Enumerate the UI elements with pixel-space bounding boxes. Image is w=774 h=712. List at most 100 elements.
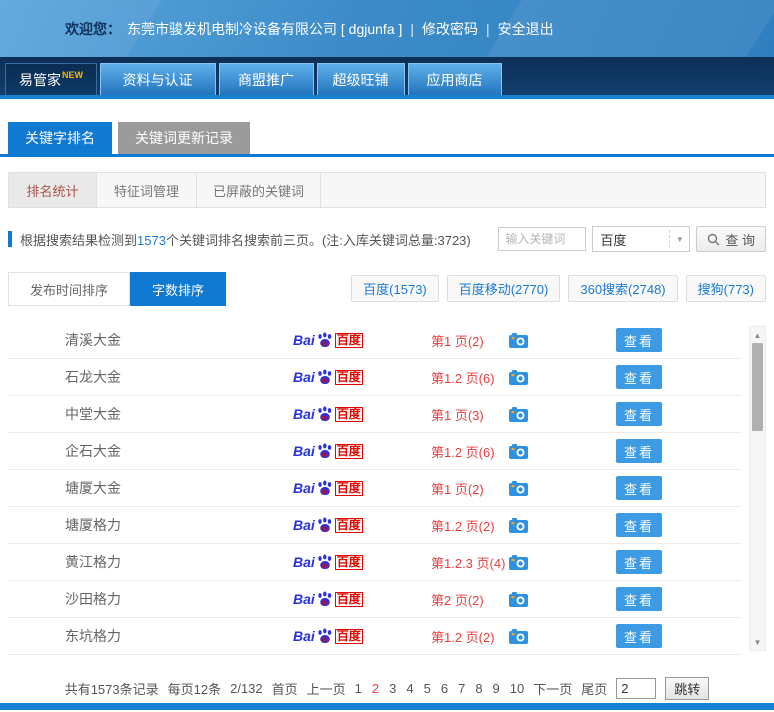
results-table: 清溪大金 Bai du 百度 第1 页(2) 查看 石龙大金 Bai du 百度… (8, 322, 766, 655)
page-number-link[interactable]: 4 (406, 681, 413, 696)
baidu-paw-icon: du (316, 369, 334, 385)
baidu-paw-icon: du (316, 332, 334, 348)
nav-tab[interactable]: 易管家 NEW (5, 63, 97, 95)
keyword-cell: 东坑格力 (65, 628, 121, 644)
sort-tab[interactable]: 发布时间排序 (8, 272, 131, 306)
baidu-logo-bai: Bai (293, 369, 315, 385)
query-button-label: 查 询 (725, 232, 755, 248)
engine-filter-button[interactable]: 360搜索(2748) (568, 275, 678, 302)
nav-tab-label: 商盟推广 (238, 71, 294, 88)
page-tab[interactable]: 关键字排名 (8, 122, 112, 154)
table-row: 黄江格力 Bai du 百度 第1.2.3 页(4) 查看 (8, 544, 742, 581)
page-tab[interactable]: 关键词更新记录 (118, 122, 250, 154)
nav-tab[interactable]: 超级旺铺 (317, 63, 405, 95)
view-button[interactable]: 查看 (616, 439, 662, 463)
view-button[interactable]: 查看 (616, 365, 662, 389)
prev-page-link[interactable]: 上一页 (307, 679, 346, 698)
view-button[interactable]: 查看 (616, 587, 662, 611)
summary-prefix: 根据搜索结果检测到 (20, 232, 138, 248)
scrollbar-thumb[interactable] (752, 343, 763, 431)
scrollbar-track[interactable] (750, 431, 765, 634)
sort-tab[interactable]: 字数排序 (130, 272, 227, 306)
baidu-paw-icon: du (316, 480, 334, 496)
jump-button[interactable]: 跳转 (665, 677, 710, 700)
page-number-link[interactable]: 10 (510, 681, 524, 696)
view-button[interactable]: 查看 (616, 513, 662, 537)
camera-icon[interactable] (509, 628, 539, 644)
camera-icon[interactable] (509, 332, 539, 348)
page-number-link[interactable]: 3 (389, 681, 396, 696)
sub-tab[interactable]: 特征词管理 (97, 173, 197, 207)
logout-link[interactable]: 安全退出 (498, 19, 554, 39)
page: 欢迎您： 东莞市骏发机电制冷设备有限公司 [ dgjunfa ] | 修改密码 … (0, 0, 774, 712)
table-row: 企石大金 Bai du 百度 第1.2 页(6) 查看 (8, 433, 742, 470)
engine-filter-button[interactable]: 搜狗(773) (685, 275, 766, 302)
first-page-link[interactable]: 首页 (272, 679, 298, 698)
scroll-up-icon[interactable]: ▲ (750, 327, 765, 343)
baidu-logo: Bai du 百度 (293, 332, 373, 348)
baidu-logo-bai: Bai (293, 443, 315, 459)
nav-tab[interactable]: 应用商店 (408, 63, 502, 95)
page-number-link[interactable]: 8 (475, 681, 482, 696)
sub-tab[interactable]: 已屏蔽的关键词 (197, 173, 321, 207)
baidu-logo-bai: Bai (293, 480, 315, 496)
camera-icon[interactable] (509, 369, 539, 385)
baidu-logo-bai: Bai (293, 628, 315, 644)
keyword-cell: 清溪大金 (65, 332, 121, 348)
page-number-link[interactable]: 5 (424, 681, 431, 696)
rank-cell: 第1.2 页(2) (431, 629, 495, 645)
jump-page-input[interactable] (616, 678, 657, 699)
rank-cell: 第1.2 页(6) (431, 444, 495, 460)
keyword-cell: 黄江格力 (65, 554, 121, 570)
baidu-logo-cn: 百度 (334, 406, 363, 422)
page-number-link[interactable]: 7 (458, 681, 465, 696)
baidu-logo-bai: Bai (293, 591, 315, 607)
svg-text:du: du (321, 527, 329, 533)
engine-select-value: 百度 (600, 232, 627, 248)
camera-icon[interactable] (509, 443, 539, 459)
view-button[interactable]: 查看 (616, 550, 662, 574)
summary-suffix: 个关键词排名搜索前三页。(注:入库关键词总量:3723) (165, 232, 471, 248)
engine-filter-button[interactable]: 百度(1573) (351, 275, 439, 302)
engine-filter-button[interactable]: 百度移动(2770) (446, 275, 561, 302)
pagination: 共有1573条记录 每页12条 2/132 首页 上一页 1 2 3 4 5 6 7 8 9 10… (0, 677, 774, 700)
change-password-link[interactable]: 修改密码 (422, 19, 478, 39)
sort-tabs: 发布时间排序 字数排序 (8, 272, 227, 306)
svg-text:du: du (321, 490, 329, 496)
welcome-label: 欢迎您： (65, 20, 121, 37)
rank-cell: 第1 页(2) (431, 333, 484, 349)
page-number-link[interactable]: 6 (441, 681, 448, 696)
page-number-link[interactable]: 1 (355, 681, 362, 696)
next-page-link[interactable]: 下一页 (533, 679, 572, 698)
view-button[interactable]: 查看 (616, 328, 662, 352)
camera-icon[interactable] (509, 406, 539, 422)
view-button[interactable]: 查看 (616, 476, 662, 500)
engine-select[interactable]: 百度 ▼ (592, 226, 691, 252)
nav-tab-label: 应用商店 (426, 71, 483, 88)
sort-row: 发布时间排序 字数排序 百度(1573) 百度移动(2770) 360搜索(27… (8, 272, 766, 306)
rank-cell: 第1 页(2) (431, 481, 484, 497)
scroll-down-icon[interactable]: ▼ (750, 634, 765, 650)
baidu-logo: Bai du 百度 (293, 554, 373, 570)
view-button[interactable]: 查看 (616, 624, 662, 648)
page-number-link[interactable]: 2 (372, 681, 379, 696)
nav-tab[interactable]: 商盟推广 (219, 63, 314, 95)
nav-tab-label: 易管家 (19, 71, 61, 88)
baidu-logo-cn: 百度 (334, 443, 363, 459)
rank-cell: 第1.2.3 页(4) (431, 555, 506, 571)
rank-cell: 第1 页(3) (431, 407, 484, 423)
query-button[interactable]: 查 询 (696, 226, 766, 252)
camera-icon[interactable] (509, 480, 539, 496)
camera-icon[interactable] (509, 517, 539, 533)
nav-tab[interactable]: 资料与认证 (100, 63, 216, 95)
camera-icon[interactable] (509, 591, 539, 607)
view-button[interactable]: 查看 (616, 402, 662, 426)
camera-icon[interactable] (509, 554, 539, 570)
footer-strip (0, 703, 774, 710)
keyword-cell: 中堂大金 (65, 406, 121, 422)
keyword-search-input[interactable] (498, 227, 587, 251)
page-number-link[interactable]: 9 (493, 681, 500, 696)
sub-tab[interactable]: 排名统计 (9, 173, 97, 207)
last-page-link[interactable]: 尾页 (581, 679, 607, 698)
rank-cell: 第2 页(2) (431, 592, 484, 608)
